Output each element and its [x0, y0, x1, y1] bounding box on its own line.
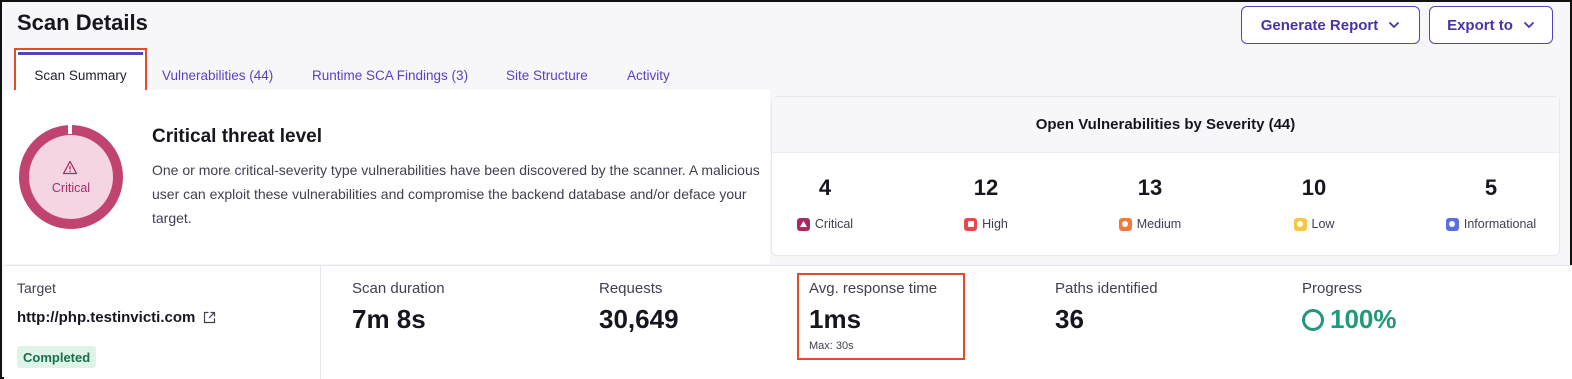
chevron-down-icon: [1524, 22, 1534, 28]
tab-site-structure[interactable]: Site Structure: [506, 48, 588, 94]
warning-triangle-icon: [62, 160, 78, 175]
threat-level-panel: Critical Critical threat level One or mo…: [4, 90, 770, 264]
severity-critical[interactable]: 4 Critical: [755, 175, 895, 231]
severity-label: Low: [1311, 217, 1335, 231]
tab-scan-summary[interactable]: Scan Summary: [14, 48, 147, 94]
threat-title: Critical threat level: [152, 126, 323, 147]
generate-report-label: Generate Report: [1260, 16, 1379, 34]
severity-panel: Open Vulnerabilities by Severity (44) 4 …: [771, 96, 1560, 256]
target-link[interactable]: http://php.testinvicti.com: [17, 309, 216, 326]
scan-stats-panel: Target http://php.testinvicti.com Comple…: [4, 265, 1572, 379]
scan-duration-value: 7m 8s: [352, 304, 426, 334]
severity-low[interactable]: 10 Low: [1244, 175, 1384, 231]
severity-count: 5: [1484, 175, 1498, 200]
threat-level-gauge: [19, 124, 123, 229]
medium-circle-icon: [1118, 217, 1132, 231]
tab-vulnerabilities[interactable]: Vulnerabilities (44): [162, 48, 273, 94]
target-label: Target: [17, 280, 56, 296]
severity-medium[interactable]: 13 Medium: [1080, 175, 1220, 231]
critical-triangle-icon: [796, 217, 810, 231]
severity-count: 13: [1137, 175, 1163, 200]
target-url: http://php.testinvicti.com: [17, 309, 196, 326]
tab-runtime-sca-findings[interactable]: Runtime SCA Findings (3): [312, 48, 468, 94]
scan-duration-label: Scan duration: [352, 280, 445, 297]
severity-title: Open Vulnerabilities by Severity (44): [772, 97, 1559, 153]
requests-value: 30,649: [599, 304, 679, 334]
stats-divider: [320, 266, 321, 379]
severity-label: High: [982, 217, 1008, 231]
tab-activity[interactable]: Activity: [627, 48, 670, 94]
avg-response-highlight: [797, 273, 965, 360]
scan-details-page: Scan Details Generate Report Export to S…: [0, 0, 1572, 379]
progress-value: 100%: [1330, 304, 1397, 334]
export-to-button[interactable]: Export to: [1429, 6, 1553, 44]
status-badge: Completed: [17, 346, 97, 368]
paths-identified-value: 36: [1055, 304, 1084, 334]
threat-level-label: Critical: [51, 181, 91, 195]
chevron-down-icon: [1389, 22, 1400, 28]
severity-count: 10: [1301, 175, 1327, 200]
progress-label: Progress: [1302, 280, 1363, 297]
progress-indicator: 100%: [1302, 304, 1397, 335]
page-title: Scan Details: [17, 10, 148, 35]
requests-label: Requests: [599, 280, 663, 297]
generate-report-button[interactable]: Generate Report: [1241, 6, 1420, 44]
severity-informational[interactable]: 5 Informational: [1421, 175, 1561, 231]
paths-identified-label: Paths identified: [1055, 280, 1158, 297]
low-circle-icon: [1293, 217, 1307, 231]
severity-high[interactable]: 12 High: [916, 175, 1056, 231]
severity-label: Critical: [814, 217, 854, 231]
informational-circle-icon: [1445, 217, 1459, 231]
progress-circle-icon: [1302, 308, 1324, 331]
export-to-label: Export to: [1447, 16, 1513, 34]
severity-count: 12: [973, 175, 999, 200]
severity-label: Informational: [1463, 217, 1537, 231]
severity-label: Medium: [1136, 217, 1182, 231]
severity-count: 4: [818, 175, 832, 200]
threat-description: One or more critical-severity type vulne…: [152, 162, 760, 226]
external-link-icon[interactable]: [203, 311, 216, 324]
high-square-icon: [964, 217, 978, 231]
